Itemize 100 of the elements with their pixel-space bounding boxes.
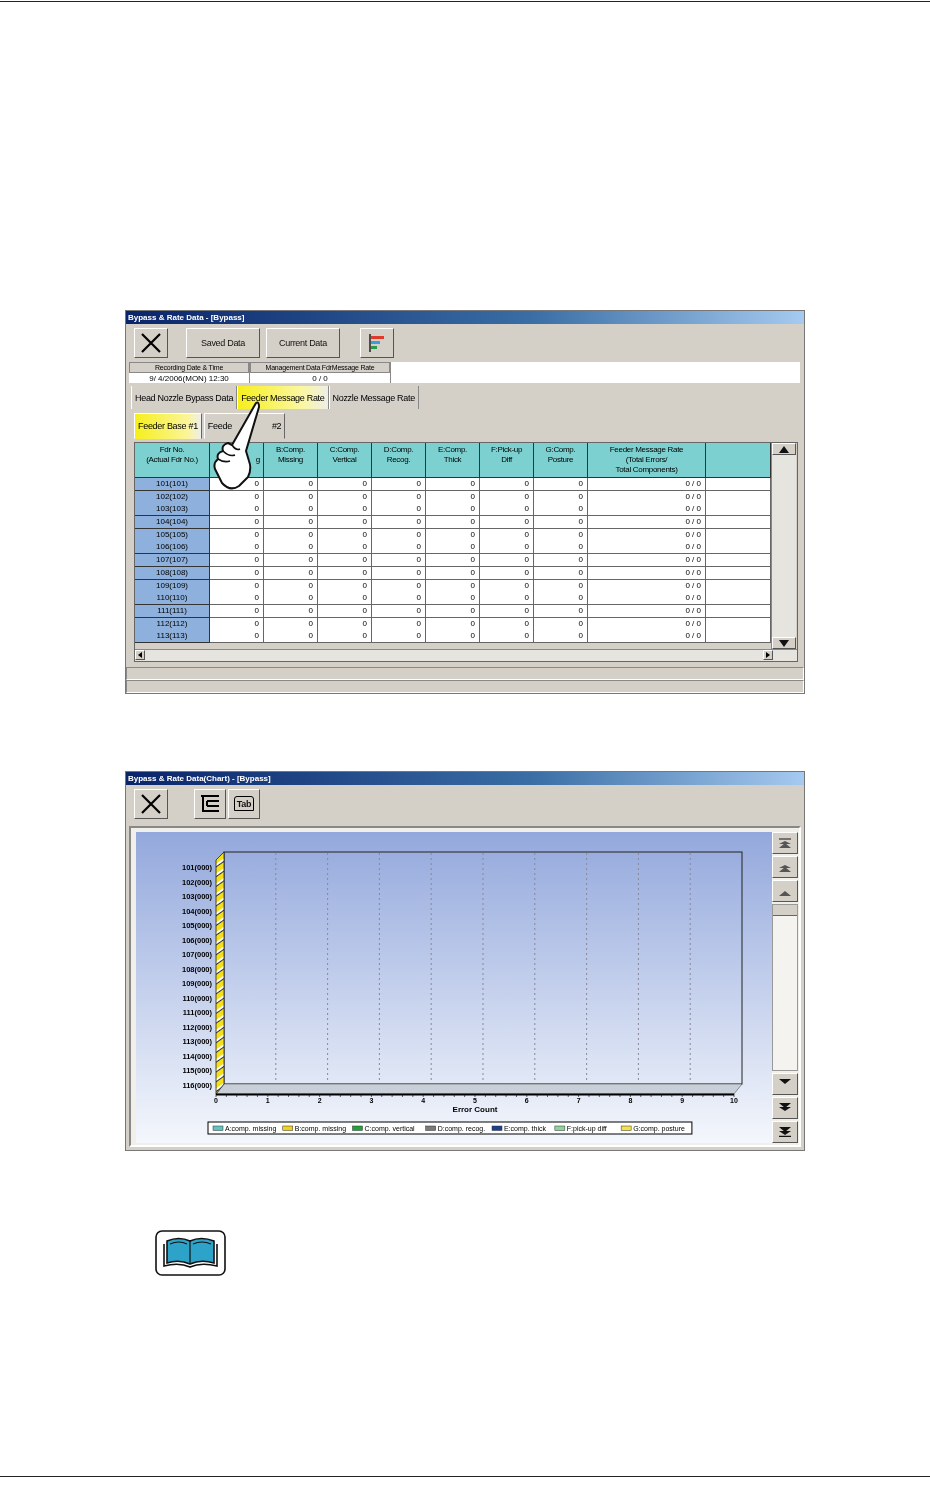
scroll-down-button[interactable] bbox=[772, 637, 796, 649]
table-cell: 0 / 0 bbox=[588, 516, 706, 530]
table-cell: 0 bbox=[318, 554, 372, 568]
row-header: 110(110) bbox=[135, 592, 210, 606]
table-cell: 0 bbox=[480, 630, 534, 644]
scroll-up-button[interactable] bbox=[772, 443, 796, 455]
toolbar-button[interactable]: Saved Data bbox=[186, 327, 260, 358]
book-icon bbox=[155, 1230, 226, 1276]
table-cell: 0 bbox=[480, 541, 534, 555]
tab-label: #2 bbox=[271, 421, 282, 431]
table-cell: 0 bbox=[534, 592, 588, 606]
page-down-button[interactable] bbox=[772, 1097, 798, 1119]
table-cell: 0 bbox=[534, 554, 588, 568]
tab[interactable]: Head Nozzle Bypass Data bbox=[131, 386, 238, 409]
table-cell: 0 bbox=[210, 516, 264, 530]
table-cell: 0 bbox=[318, 516, 372, 530]
table-cell: 0 bbox=[210, 541, 264, 555]
table-cell: 0 bbox=[426, 516, 480, 530]
column-header: D:Comp. Recog. bbox=[372, 443, 426, 478]
table-cell: 0 bbox=[426, 554, 480, 568]
chart-button[interactable] bbox=[360, 327, 394, 358]
up-arrow-icon bbox=[779, 445, 789, 453]
table-cell bbox=[706, 541, 771, 555]
scroll-down-button[interactable] bbox=[772, 1073, 798, 1095]
table-cell: 0 bbox=[210, 592, 264, 606]
down-arrow-icon bbox=[778, 1127, 792, 1137]
horizontal-scrollbar[interactable] bbox=[135, 649, 797, 661]
tab[interactable]: Feeder Message Rate bbox=[237, 386, 329, 409]
tab-view-button[interactable]: Tab bbox=[228, 788, 260, 819]
table-cell: 0 bbox=[372, 478, 426, 491]
table-cell bbox=[706, 503, 771, 517]
table-cell bbox=[706, 516, 771, 530]
table-cell: 0 bbox=[264, 478, 318, 491]
tab[interactable]: Nozzle Message Rate bbox=[328, 386, 419, 409]
table-cell: 0 bbox=[372, 554, 426, 568]
info-value: 9/ 4/2006(MON) 12:30 bbox=[148, 373, 230, 384]
tree-icon bbox=[199, 793, 221, 814]
row-header: 107(107) bbox=[135, 554, 210, 568]
column-header: B:Comp. Missing bbox=[264, 443, 318, 478]
scroll-left-button[interactable] bbox=[135, 650, 145, 660]
table-cell: 0 bbox=[264, 503, 318, 517]
table-cell: 0 bbox=[318, 478, 372, 491]
table-cell: 0 bbox=[318, 503, 372, 517]
table-cell: 0 bbox=[534, 541, 588, 555]
row-header: 103(103) bbox=[135, 503, 210, 517]
tab-label: Feeder Base #1 bbox=[138, 421, 198, 431]
tree-view-button[interactable] bbox=[194, 788, 226, 819]
table-cell: 0 bbox=[372, 541, 426, 555]
down-arrow-icon bbox=[779, 639, 789, 647]
close-button[interactable] bbox=[134, 327, 168, 358]
table-cell: 0 bbox=[372, 503, 426, 517]
column-header: C:Comp. Vertical bbox=[318, 443, 372, 478]
page-up-button[interactable] bbox=[772, 856, 798, 878]
table-cell: 0 bbox=[210, 503, 264, 517]
table-cell bbox=[706, 592, 771, 606]
sub-tab[interactable]: Feeder Base #1 bbox=[134, 413, 202, 439]
table-cell: 0 bbox=[426, 541, 480, 555]
table-cell: 0 bbox=[480, 592, 534, 606]
left-arrow-icon bbox=[138, 652, 142, 658]
table-cell: 0 / 0 bbox=[588, 630, 706, 644]
scroll-top-button[interactable] bbox=[772, 832, 798, 854]
table-cell: 0 bbox=[210, 554, 264, 568]
row-header: 106(106) bbox=[135, 541, 210, 555]
info-value: 0 / 0 bbox=[311, 373, 329, 384]
scroll-thumb[interactable] bbox=[773, 905, 797, 916]
table-cell: 0 bbox=[480, 516, 534, 530]
table-cell bbox=[706, 630, 771, 644]
close-button[interactable] bbox=[134, 788, 168, 819]
scroll-up-button[interactable] bbox=[772, 880, 798, 902]
table-cell: 0 bbox=[372, 630, 426, 644]
table-cell: 0 bbox=[210, 630, 264, 644]
table-cell: 0 bbox=[264, 592, 318, 606]
tab-label: Feede bbox=[207, 421, 232, 431]
column-header: E:Comp. Thick bbox=[426, 443, 480, 478]
table-cell: 0 bbox=[426, 503, 480, 517]
column-header: Feeder Message Rate (Total Errors/ Total Components) bbox=[588, 443, 706, 478]
scroll-track[interactable] bbox=[772, 904, 798, 1071]
row-header: 113(113) bbox=[135, 630, 210, 644]
column-header: F:Pick-up Diff bbox=[480, 443, 534, 478]
table-cell: 0 / 0 bbox=[588, 503, 706, 517]
table-cell: 0 bbox=[534, 630, 588, 644]
scroll-bottom-button[interactable] bbox=[772, 1121, 798, 1143]
table-cell bbox=[706, 554, 771, 568]
table-cell: 0 bbox=[264, 554, 318, 568]
table-cell: 0 bbox=[534, 503, 588, 517]
scroll-right-button[interactable] bbox=[763, 650, 773, 660]
toolbar-button[interactable]: Current Data bbox=[266, 327, 340, 358]
table-cell: 0 bbox=[480, 478, 534, 491]
table-cell: 0 bbox=[318, 541, 372, 555]
table-cell: 0 bbox=[480, 503, 534, 517]
table-cell: 0 bbox=[372, 516, 426, 530]
table-cell: 0 bbox=[264, 516, 318, 530]
table-cell: 0 / 0 bbox=[588, 554, 706, 568]
vertical-scrollbar[interactable] bbox=[771, 443, 796, 649]
table-cell: 0 bbox=[372, 592, 426, 606]
table-cell: 0 bbox=[426, 630, 480, 644]
table-cell: 0 bbox=[264, 541, 318, 555]
table-cell: 0 bbox=[534, 478, 588, 491]
table-cell: 0 bbox=[426, 478, 480, 491]
table-cell: 0 bbox=[318, 630, 372, 644]
